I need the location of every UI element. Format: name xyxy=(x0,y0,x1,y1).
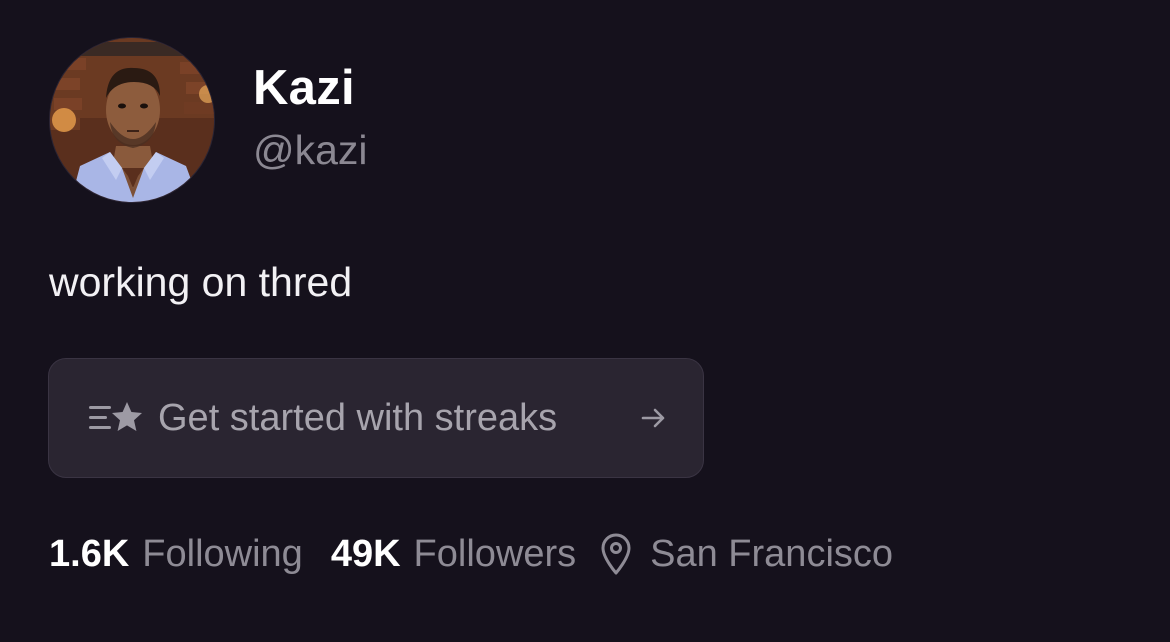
profile-header: Kazi @kazi working on thred Get started … xyxy=(0,0,1170,642)
list-star-icon xyxy=(87,399,145,437)
followers-link[interactable]: 49K Followers xyxy=(331,526,576,582)
following-link[interactable]: 1.6K Following xyxy=(49,526,303,582)
profile-stats: 1.6K Following 49K Followers San Francisco xyxy=(49,526,893,582)
profile-photo xyxy=(50,38,214,202)
location-pin-icon xyxy=(600,532,632,576)
user-handle: @kazi xyxy=(253,127,368,173)
location-text: San Francisco xyxy=(650,533,894,575)
bio-text: working on thred xyxy=(49,259,353,305)
display-name: Kazi xyxy=(253,61,355,115)
following-label: Following xyxy=(142,533,303,575)
get-started-streaks-button[interactable]: Get started with streaks xyxy=(48,358,704,478)
avatar[interactable] xyxy=(49,37,215,203)
following-count: 1.6K xyxy=(49,533,130,575)
followers-label: Followers xyxy=(413,533,577,575)
followers-count: 49K xyxy=(330,533,401,575)
arrow-right-icon xyxy=(639,404,669,432)
streaks-button-label: Get started with streaks xyxy=(158,397,558,439)
